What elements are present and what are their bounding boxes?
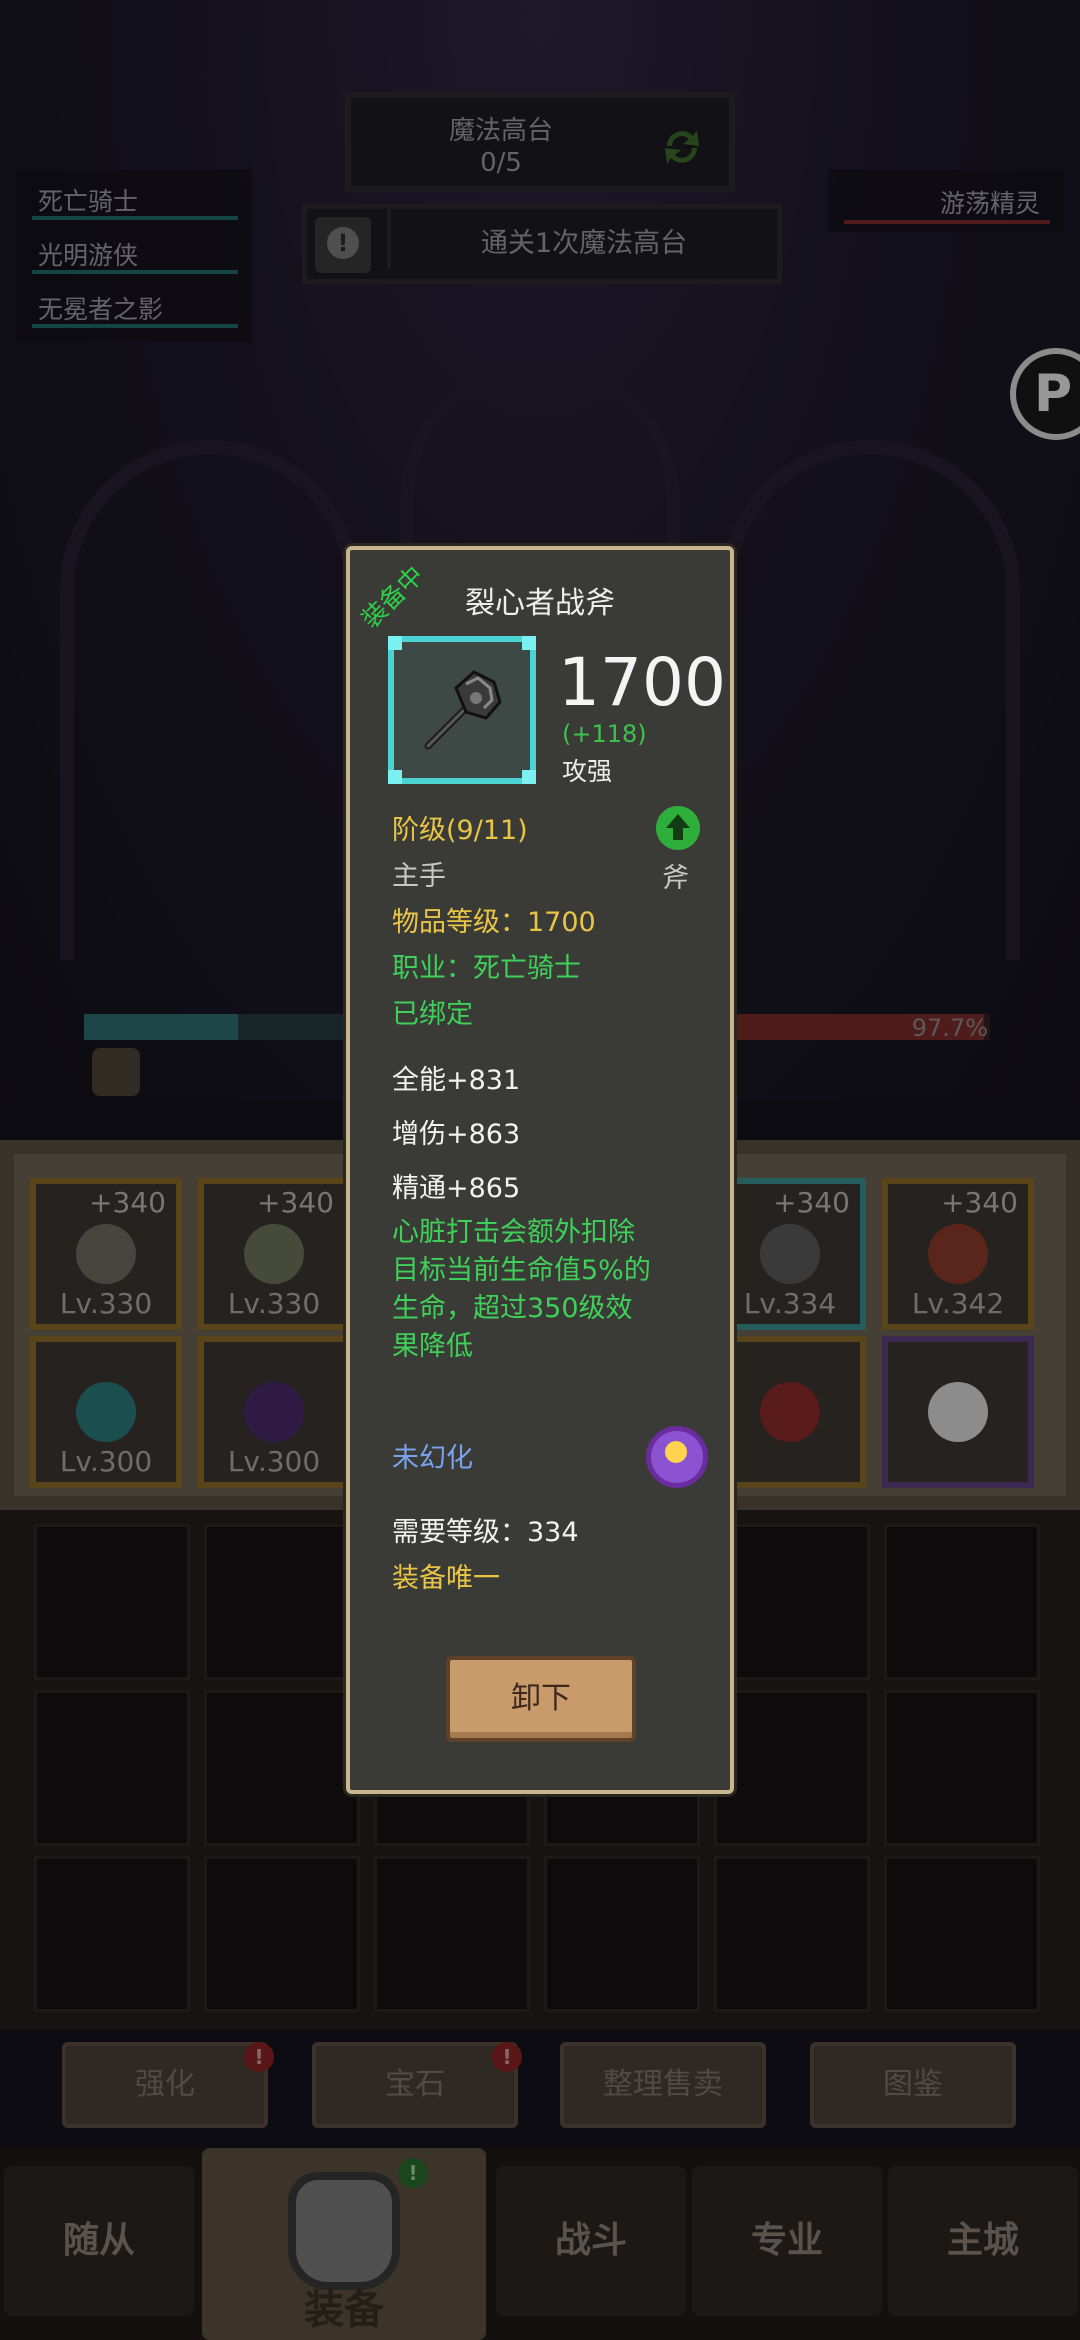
class-requirement: 职业：死亡骑士 [392, 953, 581, 984]
item-score-delta: (+118) [562, 720, 647, 748]
item-level: 物品等级：1700 [392, 907, 596, 938]
bound-status: 已绑定 [392, 999, 473, 1030]
item-slot: 主手 [392, 861, 446, 892]
item-icon [388, 636, 536, 784]
stat-line: 全能+831 [392, 1065, 521, 1096]
item-tier: 阶级(9/11) [392, 815, 528, 846]
battle-axe-icon [424, 670, 502, 750]
weapon-type: 斧 [662, 863, 689, 894]
stat-line: 精通+865 [392, 1173, 521, 1204]
unequip-button[interactable]: 卸下 [446, 1656, 636, 1742]
item-tooltip: 装备中 裂心者战斧 1700 (+118) 攻强 阶级(9/11) 主手 斧 物… [346, 546, 734, 1794]
unique-equip: 装备唯一 [392, 1563, 500, 1594]
illusion-orb-icon[interactable] [646, 1426, 708, 1488]
upgrade-arrow-icon[interactable] [656, 806, 700, 850]
item-effect-text: 心脏打击会额外扣除目标当前生命值5%的生命，超过350级效果降低 [392, 1217, 651, 1362]
stat-line: 增伤+863 [392, 1119, 521, 1150]
item-primary-stat: 攻强 [562, 757, 613, 786]
item-score: 1700 [558, 644, 726, 721]
illusion-status: 未幻化 [392, 1443, 473, 1474]
item-name: 裂心者战斧 [465, 586, 615, 621]
required-level: 需要等级：334 [392, 1517, 579, 1548]
